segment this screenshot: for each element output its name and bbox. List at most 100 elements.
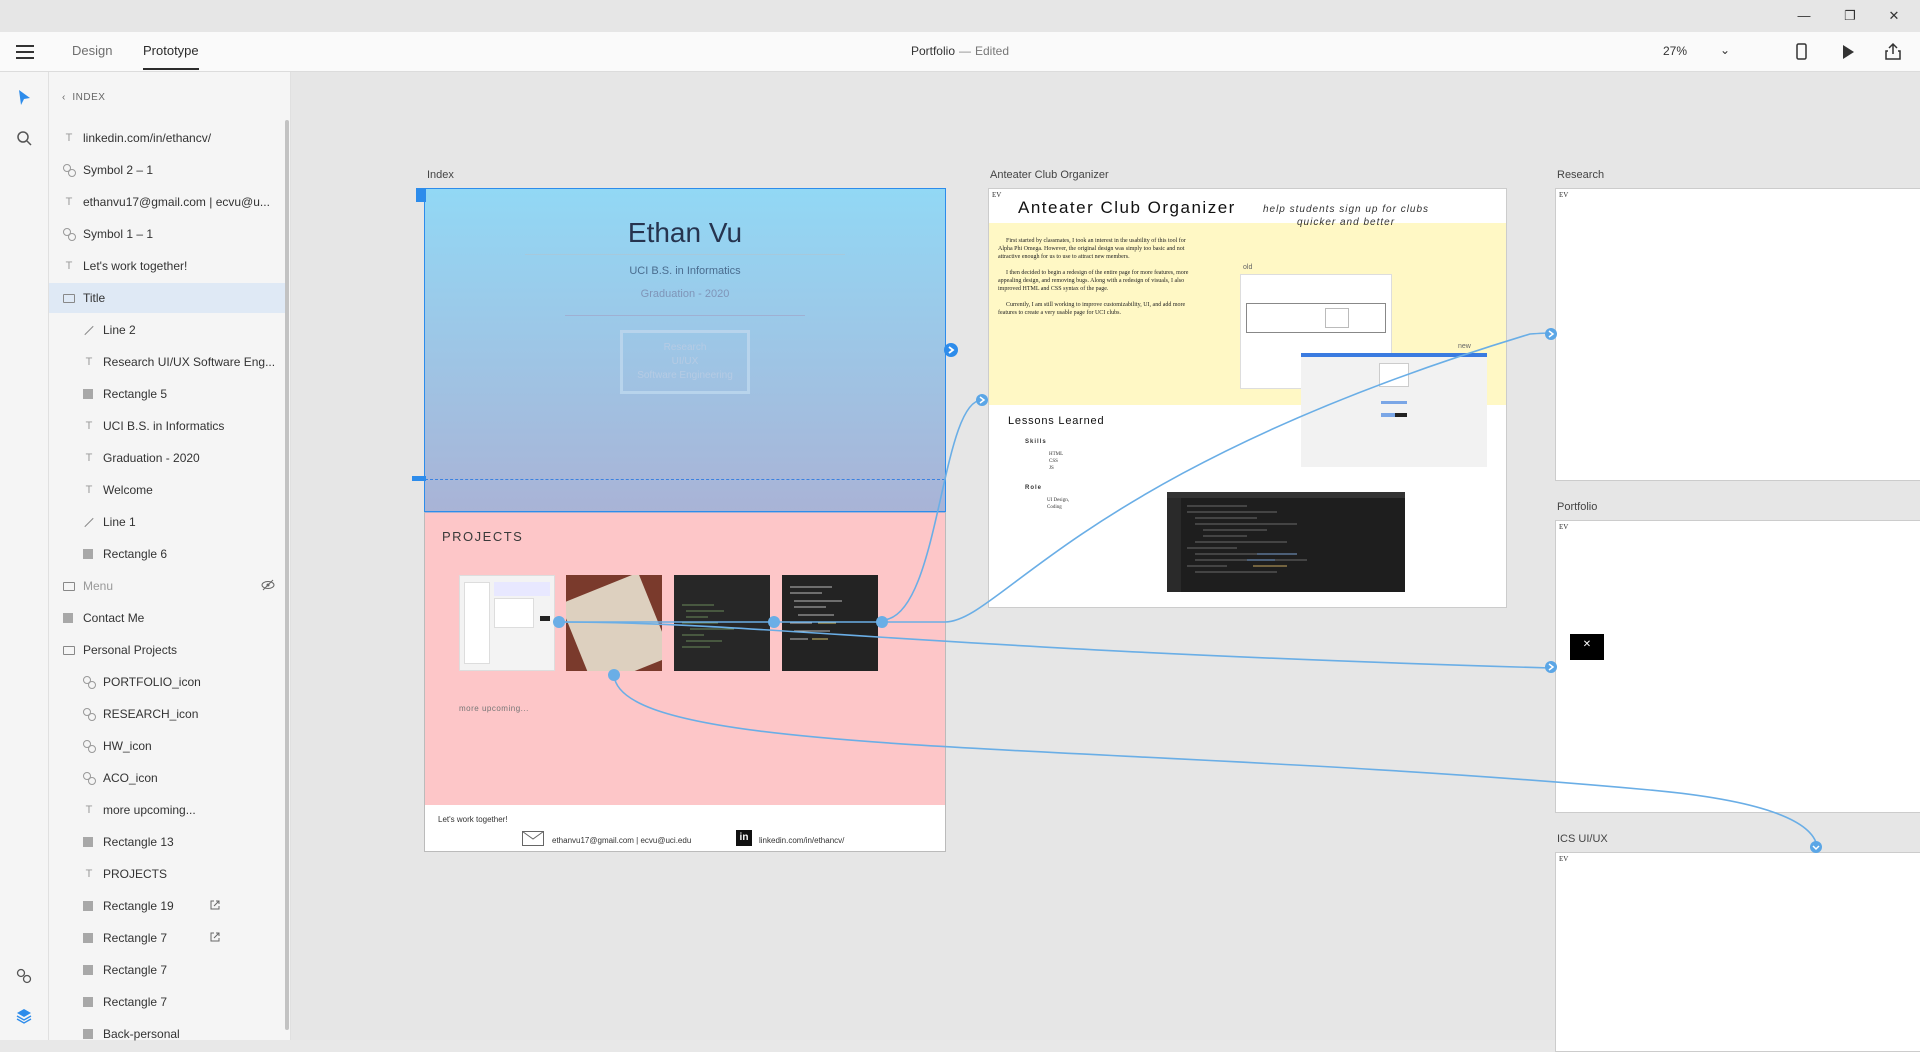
close-window-button[interactable]: ✕ bbox=[1884, 6, 1904, 26]
layer-label: Personal Projects bbox=[83, 643, 178, 657]
layer-item[interactable]: Personal Projects bbox=[49, 635, 287, 665]
artboard-label-portfolio[interactable]: Portfolio bbox=[1557, 501, 1597, 513]
restore-button[interactable]: ❐ bbox=[1840, 6, 1860, 26]
homework-thumbnail[interactable] bbox=[674, 575, 770, 671]
artboard-label-aco[interactable]: Anteater Club Organizer bbox=[990, 169, 1109, 181]
zoom-level[interactable]: 27% bbox=[1663, 44, 1687, 58]
layer-label: Line 1 bbox=[103, 515, 136, 529]
layer-item[interactable]: ACO_icon bbox=[49, 763, 287, 793]
layer-label: Rectangle 19 bbox=[103, 899, 174, 913]
layer-item[interactable]: Menu bbox=[49, 571, 287, 601]
layer-label: Welcome bbox=[103, 483, 153, 497]
share-icon[interactable] bbox=[1882, 41, 1904, 63]
layer-item[interactable]: Rectangle 7 bbox=[49, 923, 287, 953]
layer-label: more upcoming... bbox=[103, 803, 196, 817]
research-thumbnail[interactable] bbox=[566, 575, 662, 671]
role-list: UI Design, Coding bbox=[1047, 498, 1069, 510]
layer-item[interactable]: T UCI B.S. in Informatics bbox=[49, 411, 287, 441]
symbol-icon bbox=[83, 708, 96, 721]
artboard-label-index[interactable]: Index bbox=[427, 169, 454, 181]
layer-item[interactable]: Title bbox=[49, 283, 287, 313]
layer-label: Rectangle 6 bbox=[103, 547, 168, 561]
layer-item[interactable]: PORTFOLIO_icon bbox=[49, 667, 287, 697]
layer-label: Symbol 2 – 1 bbox=[83, 163, 154, 177]
layer-label: PROJECTS bbox=[103, 867, 168, 881]
layer-item[interactable]: Line 1 bbox=[49, 507, 287, 537]
linkedin-icon[interactable]: in bbox=[736, 830, 752, 846]
layer-item[interactable]: RESEARCH_icon bbox=[49, 699, 287, 729]
layer-item[interactable]: HW_icon bbox=[49, 731, 287, 761]
layer-item[interactable]: Contact Me bbox=[49, 603, 287, 633]
layer-item[interactable]: Rectangle 7 bbox=[49, 955, 287, 985]
layer-item[interactable]: Rectangle 13 bbox=[49, 827, 287, 857]
aco-old-label: old bbox=[1243, 264, 1253, 271]
artboard-label-research[interactable]: Research bbox=[1557, 169, 1604, 181]
layer-label: Graduation - 2020 bbox=[103, 451, 200, 465]
artboard-ics[interactable]: EV bbox=[1555, 852, 1920, 1052]
assets-icon[interactable] bbox=[12, 964, 36, 988]
layer-item[interactable]: T PROJECTS bbox=[49, 859, 287, 889]
aco-description: First started by classmates, I took an i… bbox=[998, 237, 1198, 317]
selection-outline bbox=[424, 188, 946, 512]
layer-label: Rectangle 13 bbox=[103, 835, 174, 849]
layer-item[interactable]: T Graduation - 2020 bbox=[49, 443, 287, 473]
external-link-icon[interactable] bbox=[209, 931, 221, 943]
layer-item[interactable]: Back-personal bbox=[49, 1019, 287, 1049]
layer-item[interactable]: Symbol 2 – 1 bbox=[49, 155, 287, 185]
rect-icon bbox=[83, 901, 93, 911]
layers-breadcrumb[interactable]: ‹ INDEX bbox=[62, 92, 105, 103]
hidden-eye-icon[interactable] bbox=[261, 579, 275, 591]
artboard-label-ics[interactable]: ICS UI/UX bbox=[1557, 833, 1608, 845]
document-status: Edited bbox=[975, 44, 1010, 58]
footer-email: ethanvu17@gmail.com | ecvu@uci.edu bbox=[552, 836, 692, 845]
layer-label: Rectangle 7 bbox=[103, 931, 168, 945]
footer-cta: Let's work together! bbox=[438, 815, 508, 824]
external-link-icon[interactable] bbox=[209, 899, 221, 911]
layer-item[interactable]: Rectangle 6 bbox=[49, 539, 287, 569]
aco-new-screenshot bbox=[1301, 353, 1487, 467]
layer-item[interactable]: Line 2 bbox=[49, 315, 287, 345]
layer-label: Rectangle 7 bbox=[103, 995, 168, 1009]
close-icon[interactable]: ✕ bbox=[1570, 634, 1604, 660]
layer-item[interactable]: T Let's work together! bbox=[49, 251, 287, 281]
layer-label: ethanvu17@gmail.com | ecvu@u... bbox=[83, 195, 270, 209]
artboard-portfolio[interactable]: EV ✕ bbox=[1555, 520, 1920, 813]
artboard-aco[interactable]: EV Anteater Club Organizer help students… bbox=[988, 188, 1507, 608]
layer-item[interactable]: Tlinkedin.com/in/ethancv/ bbox=[49, 123, 287, 153]
text-icon: T bbox=[65, 132, 73, 144]
layers-scrollbar[interactable] bbox=[285, 120, 289, 1030]
portfolio-thumbnail[interactable] bbox=[459, 575, 555, 671]
layer-item[interactable]: Rectangle 19 bbox=[49, 891, 287, 921]
play-icon[interactable] bbox=[1836, 41, 1858, 63]
layers-icon[interactable] bbox=[12, 1004, 36, 1028]
layer-item[interactable]: Tethanvu17@gmail.com | ecvu@u... bbox=[49, 187, 287, 217]
layer-item[interactable]: T Welcome bbox=[49, 475, 287, 505]
window-titlebar: — ❐ ✕ bbox=[0, 0, 1920, 32]
layer-item[interactable]: Rectangle 5 bbox=[49, 379, 287, 409]
layer-label: linkedin.com/in/ethancv/ bbox=[83, 131, 212, 145]
line-icon bbox=[84, 517, 94, 528]
text-icon: T bbox=[85, 868, 93, 880]
layer-item[interactable]: Symbol 1 – 1 bbox=[49, 219, 287, 249]
more-upcoming-text: more upcoming... bbox=[459, 704, 529, 713]
layer-label: Symbol 1 – 1 bbox=[83, 227, 154, 241]
chevron-down-icon[interactable]: ⌄ bbox=[1720, 43, 1730, 57]
layer-label: RESEARCH_icon bbox=[103, 707, 199, 721]
artboard-research[interactable]: EV bbox=[1555, 188, 1920, 481]
text-icon: T bbox=[65, 196, 73, 208]
layer-label: Rectangle 5 bbox=[103, 387, 168, 401]
mail-icon[interactable] bbox=[522, 831, 544, 851]
rect-icon bbox=[83, 837, 93, 847]
layer-item[interactable]: T Research UI/UX Software Eng... bbox=[49, 347, 287, 377]
layer-item[interactable]: Rectangle 7 bbox=[49, 987, 287, 1017]
aco-thumbnail[interactable] bbox=[782, 575, 878, 671]
text-icon: T bbox=[85, 420, 93, 432]
search-icon[interactable] bbox=[12, 126, 36, 150]
layer-item[interactable]: Tmore upcoming... bbox=[49, 795, 287, 825]
symbol-icon bbox=[63, 228, 76, 241]
minimize-button[interactable]: — bbox=[1794, 6, 1814, 26]
layer-label: ACO_icon bbox=[103, 771, 158, 785]
layer-label: Contact Me bbox=[83, 611, 145, 625]
device-preview-icon[interactable] bbox=[1790, 41, 1812, 63]
select-tool-icon[interactable] bbox=[12, 86, 36, 110]
